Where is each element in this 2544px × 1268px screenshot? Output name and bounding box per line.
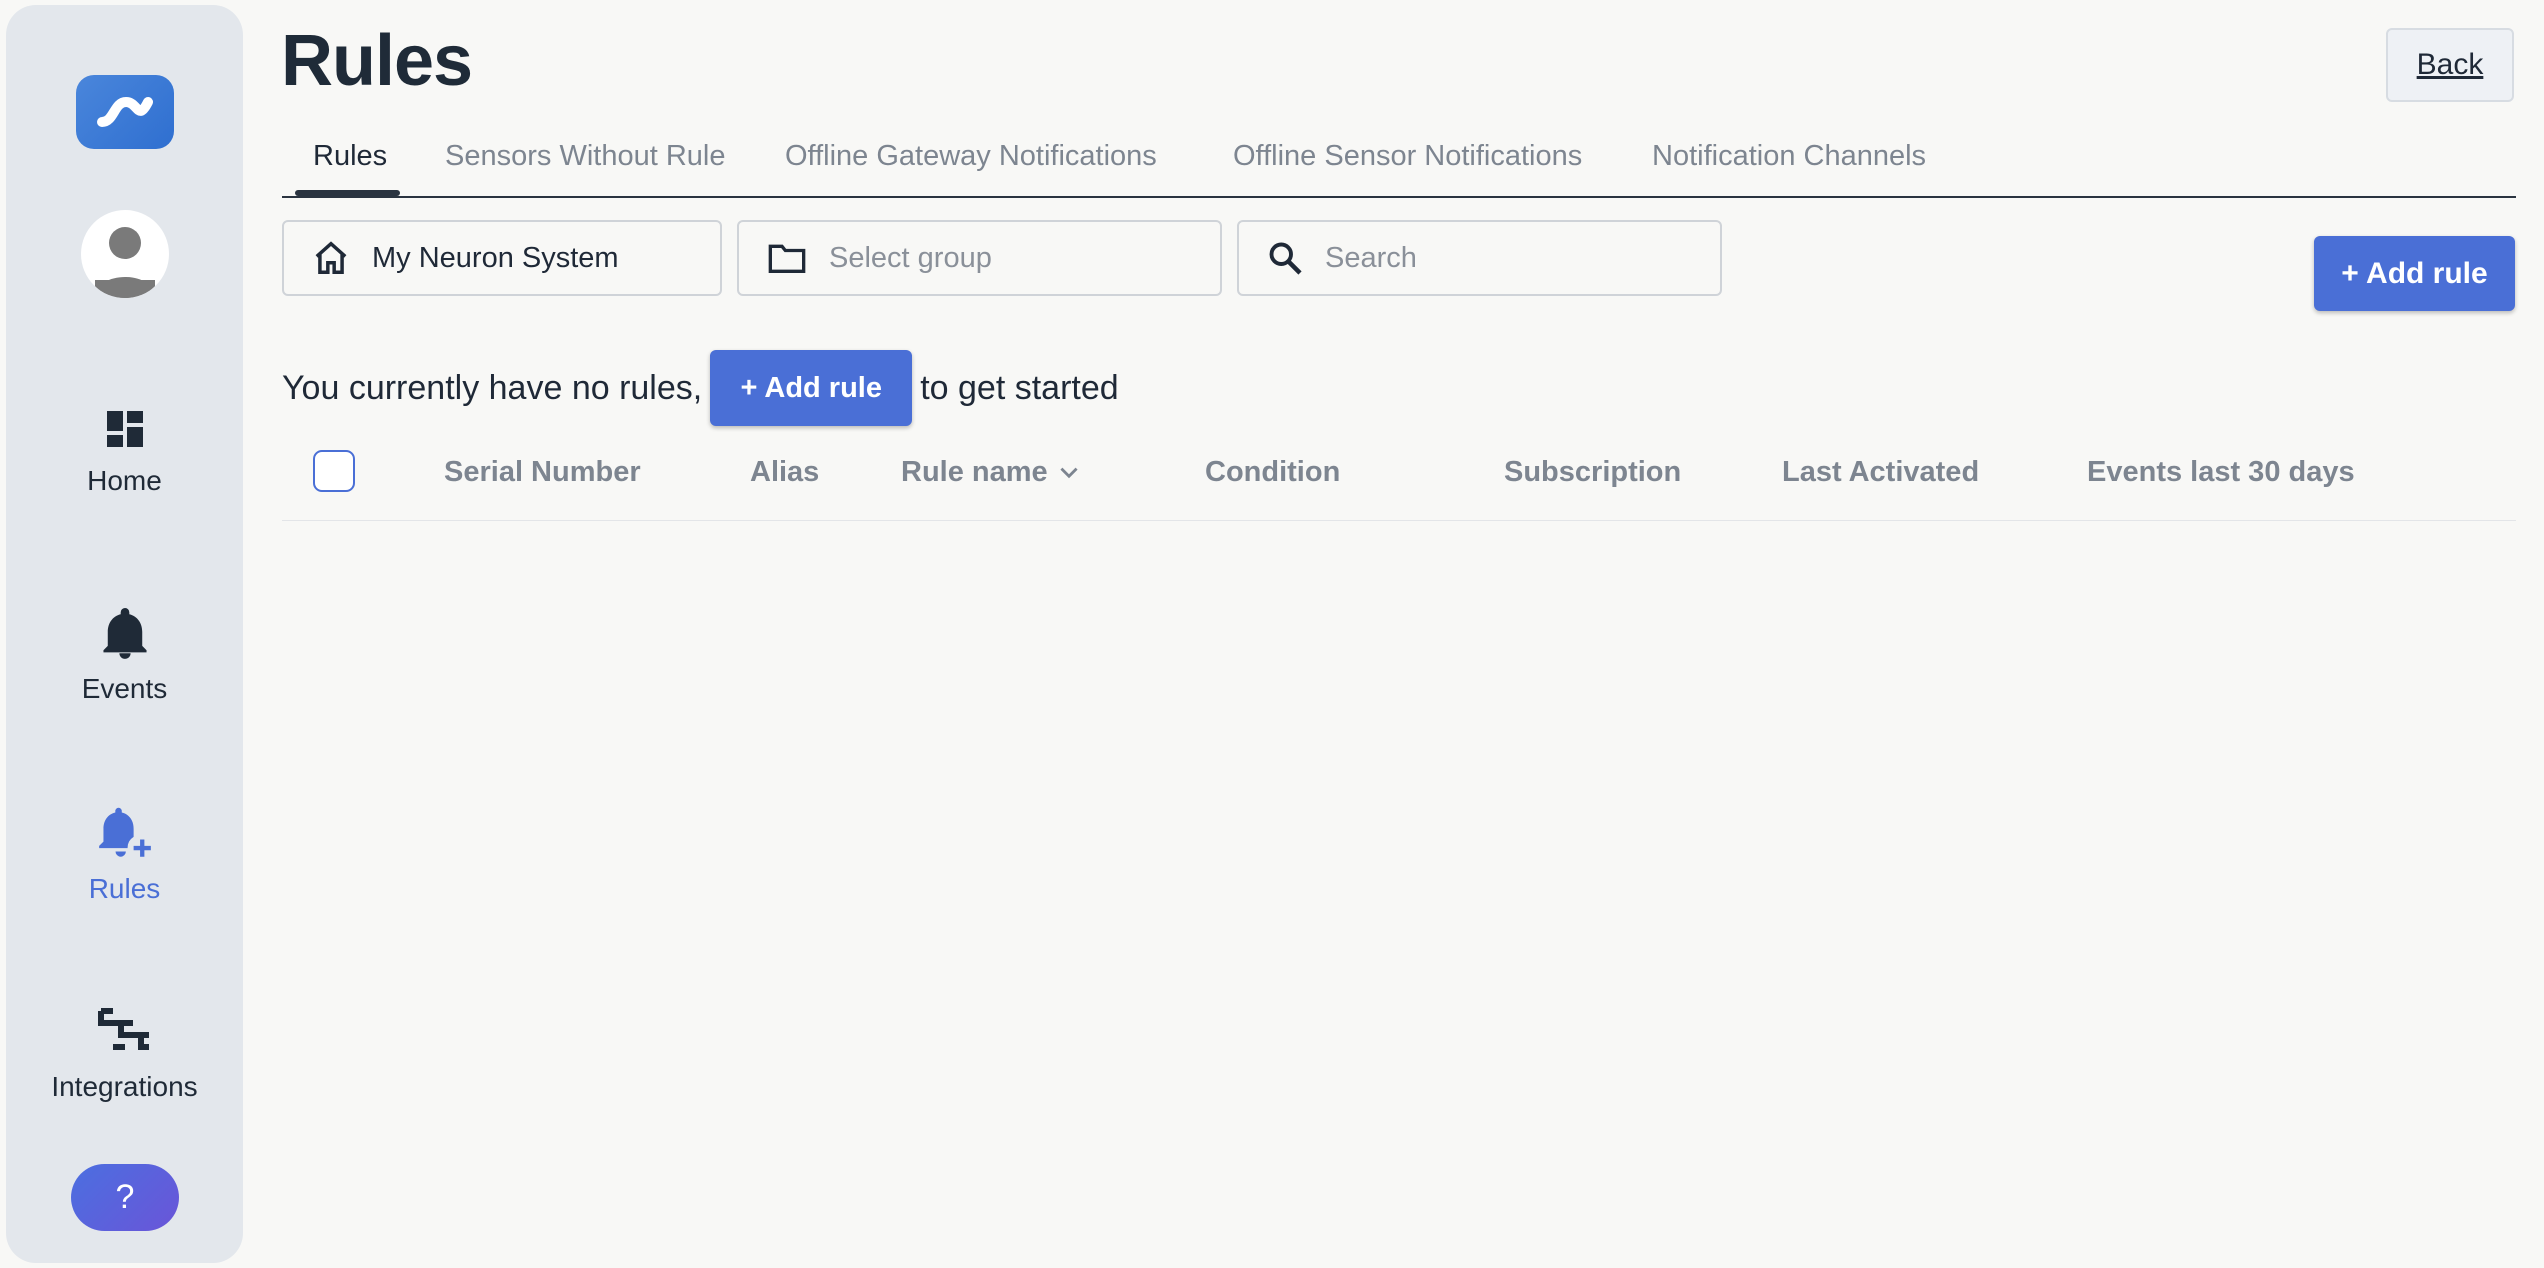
column-rule-name-label: Rule name (901, 456, 1048, 488)
empty-state-prefix: You currently have no rules, (282, 368, 703, 407)
chevron-down-icon (1060, 467, 1078, 478)
sidebar-item-rules[interactable]: Rules (6, 805, 243, 905)
add-rule-inline-button[interactable]: + Add rule (710, 350, 913, 426)
avatar[interactable] (81, 210, 169, 298)
column-last-activated[interactable]: Last Activated (1782, 456, 1979, 489)
sidebar-item-label: Home (87, 465, 162, 496)
column-events-last-30-days[interactable]: Events last 30 days (2087, 456, 2355, 489)
app-logo[interactable] (76, 75, 174, 149)
column-alias[interactable]: Alias (750, 456, 819, 489)
folder-icon (768, 244, 806, 273)
column-rule-name[interactable]: Rule name (901, 456, 1082, 489)
group-placeholder: Select group (829, 241, 992, 274)
sidebar-item-label: Rules (88, 873, 161, 904)
home-icon (315, 241, 347, 274)
select-all-checkbox[interactable] (313, 450, 355, 492)
tab-bar: Rules Sensors Without Rule Offline Gatew… (282, 132, 2516, 198)
column-condition[interactable]: Condition (1205, 456, 1340, 489)
column-serial-number[interactable]: Serial Number (444, 456, 641, 489)
system-value: My Neuron System (372, 241, 619, 274)
help-label: ? (115, 1178, 135, 1216)
tab-offline-sensor-notifications[interactable]: Offline Sensor Notifications (1233, 140, 1582, 173)
help-button[interactable]: ? (71, 1164, 179, 1231)
group-selector[interactable]: Select group (737, 220, 1222, 296)
add-rule-button[interactable]: + Add rule (2314, 236, 2515, 311)
tab-notification-channels[interactable]: Notification Channels (1652, 140, 1926, 173)
user-icon (95, 227, 155, 298)
search-icon (1269, 242, 1302, 275)
sidebar-item-home[interactable]: Home (6, 405, 243, 497)
search-input[interactable]: Search (1237, 220, 1722, 296)
column-subscription[interactable]: Subscription (1504, 456, 1681, 489)
integrations-icon (97, 1008, 149, 1050)
sidebar: Home Events Rules Integrations ? (6, 5, 243, 1263)
sidebar-item-events[interactable]: Events (6, 605, 243, 705)
system-selector[interactable]: My Neuron System (282, 220, 722, 296)
page-title: Rules (281, 21, 473, 101)
bell-plus-icon (98, 807, 151, 857)
tab-rules[interactable]: Rules (313, 140, 387, 173)
empty-state-message: You currently have no rules, + Add rule … (282, 350, 1119, 426)
bell-icon (102, 608, 147, 659)
sidebar-item-integrations[interactable]: Integrations (6, 1005, 243, 1103)
active-tab-indicator (295, 190, 400, 196)
sidebar-item-label: Events (81, 673, 168, 704)
dashboard-icon (106, 411, 143, 447)
back-button[interactable]: Back (2386, 28, 2514, 102)
rules-table-header: Serial Number Alias Rule name Condition … (282, 440, 2516, 521)
tab-sensors-without-rule[interactable]: Sensors Without Rule (445, 140, 725, 173)
search-placeholder: Search (1325, 241, 1417, 274)
tab-offline-gateway-notifications[interactable]: Offline Gateway Notifications (785, 140, 1157, 173)
sidebar-item-label: Integrations (51, 1071, 198, 1102)
empty-state-suffix: to get started (920, 368, 1119, 407)
logo-icon (97, 96, 153, 127)
